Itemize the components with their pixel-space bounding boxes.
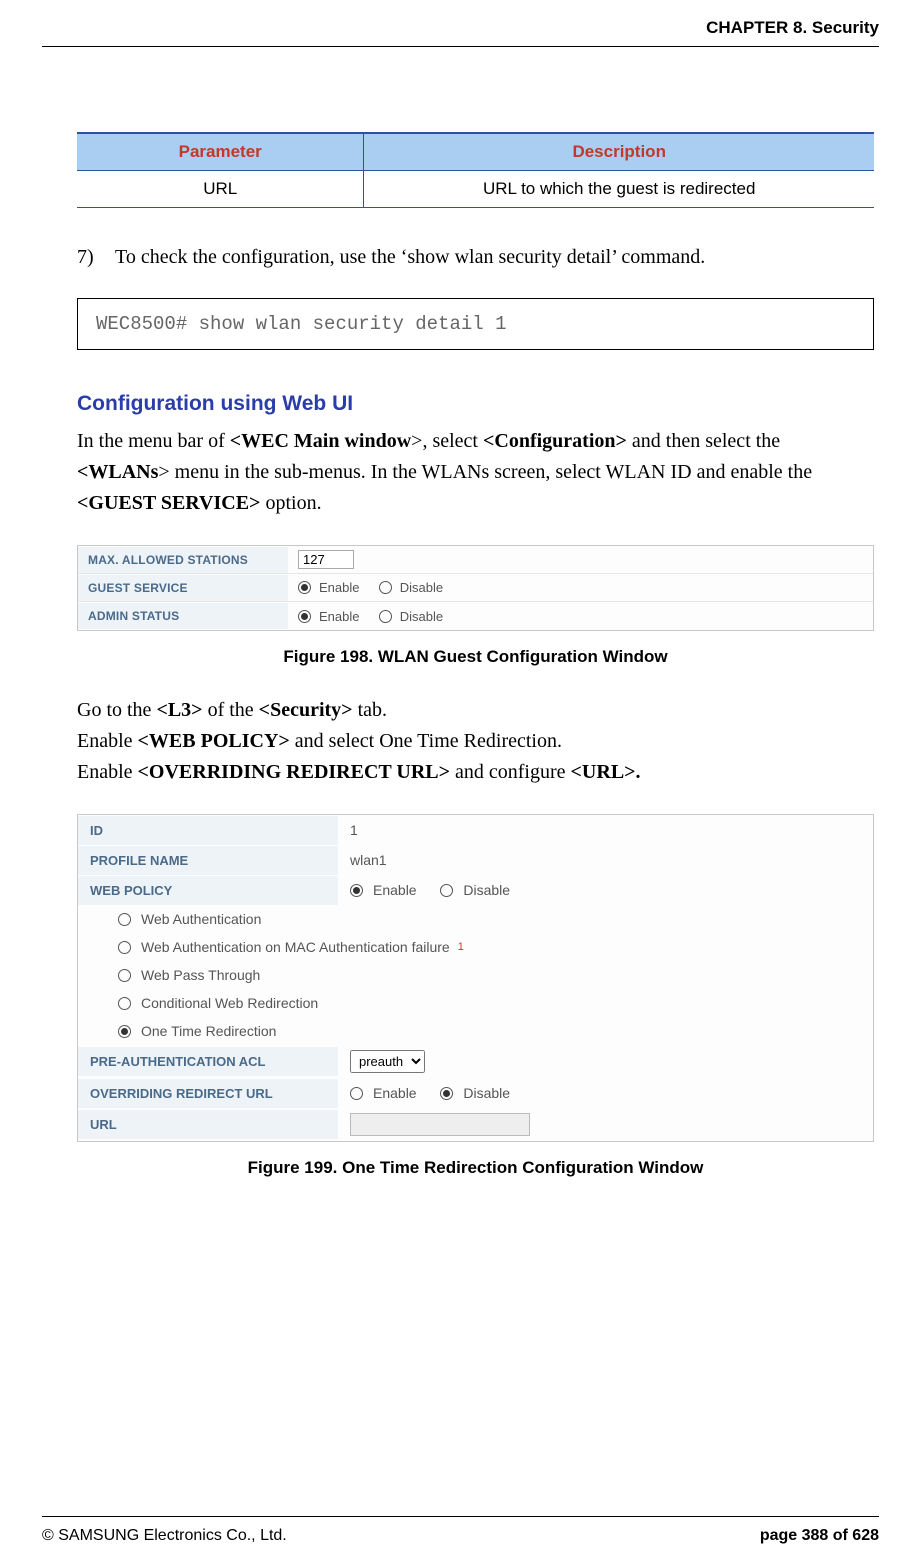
field-value: Enable Disable	[288, 576, 873, 599]
field-label: GUEST SERVICE	[78, 575, 288, 601]
radio-icon[interactable]	[118, 997, 131, 1010]
radio-icon[interactable]	[379, 610, 392, 623]
page-number: page 388 of 628	[760, 1527, 879, 1545]
figure-row: OVERRIDING REDIRECT URL Enable Disable	[78, 1078, 873, 1108]
figure-row: MAX. ALLOWED STATIONS	[78, 546, 873, 574]
radio-icon[interactable]	[118, 1025, 131, 1038]
section-heading: Configuration using Web UI	[77, 392, 874, 416]
cli-code-block: WEC8500# show wlan security detail 1	[77, 298, 874, 350]
footnote-marker: 1	[458, 941, 464, 953]
radio-icon[interactable]	[379, 581, 392, 594]
web-policy-option[interactable]: Web Pass Through	[78, 961, 873, 989]
field-value: preauth	[338, 1045, 873, 1078]
paragraph-1: In the menu bar of <WEC Main window>, se…	[77, 426, 874, 519]
preauth-select[interactable]: preauth	[350, 1050, 425, 1073]
copyright: © SAMSUNG Electronics Co., Ltd.	[42, 1527, 287, 1545]
radio-icon[interactable]	[350, 1087, 363, 1100]
paragraph-2: Go to the <L3> of the <Security> tab. En…	[77, 695, 874, 788]
field-label: ADMIN STATUS	[78, 603, 288, 629]
field-value: Enable Disable	[288, 605, 873, 628]
table-row: Parameter Description	[77, 133, 874, 171]
parameter-table: Parameter Description URL URL to which t…	[77, 132, 874, 208]
field-value: Enable Disable	[338, 1080, 873, 1106]
max-stations-input[interactable]	[298, 550, 354, 569]
figure-198-caption: Figure 198. WLAN Guest Configuration Win…	[77, 647, 874, 667]
field-label: MAX. ALLOWED STATIONS	[78, 547, 288, 573]
running-header: CHAPTER 8. Security	[42, 0, 879, 47]
radio-icon[interactable]	[350, 884, 363, 897]
field-value: wlan1	[338, 847, 873, 873]
figure-row: URL	[78, 1108, 873, 1141]
web-policy-option[interactable]: Conditional Web Redirection	[78, 989, 873, 1017]
web-policy-option[interactable]: Web Authentication on MAC Authentication…	[78, 933, 873, 961]
field-label: PRE-AUTHENTICATION ACL	[78, 1047, 338, 1076]
figure-row: PROFILE NAME wlan1	[78, 845, 873, 875]
field-label: ID	[78, 816, 338, 845]
radio-icon[interactable]	[298, 581, 311, 594]
page-body: Parameter Description URL URL to which t…	[42, 47, 879, 1178]
param-header: Parameter	[77, 133, 364, 171]
field-value: 1	[338, 817, 873, 843]
page-footer: © SAMSUNG Electronics Co., Ltd. page 388…	[42, 1516, 879, 1545]
field-value: Enable Disable	[338, 877, 873, 903]
table-row: URL URL to which the guest is redirected	[77, 171, 874, 208]
web-policy-option[interactable]: One Time Redirection	[78, 1017, 873, 1045]
step-text: To check the configuration, use the ‘sho…	[115, 242, 705, 272]
desc-header: Description	[364, 133, 874, 171]
radio-icon[interactable]	[118, 913, 131, 926]
desc-cell: URL to which the guest is redirected	[364, 171, 874, 208]
radio-icon[interactable]	[118, 941, 131, 954]
field-value	[338, 1108, 873, 1141]
figure-row: WEB POLICY Enable Disable	[78, 875, 873, 905]
figure-row: PRE-AUTHENTICATION ACL preauth	[78, 1045, 873, 1078]
web-policy-option[interactable]: Web Authentication	[78, 905, 873, 933]
radio-icon[interactable]	[440, 884, 453, 897]
step-number: 7)	[77, 242, 115, 272]
field-value	[288, 546, 873, 573]
figure-row: ADMIN STATUS Enable Disable	[78, 602, 873, 630]
url-input	[350, 1113, 530, 1136]
field-label: PROFILE NAME	[78, 846, 338, 875]
figure-198-mock: MAX. ALLOWED STATIONS GUEST SERVICE Enab…	[77, 545, 874, 631]
field-label: URL	[78, 1110, 338, 1139]
figure-199-caption: Figure 199. One Time Redirection Configu…	[77, 1158, 874, 1178]
step-7: 7) To check the configuration, use the ‘…	[77, 242, 874, 272]
field-label: OVERRIDING REDIRECT URL	[78, 1079, 338, 1108]
figure-199-mock: ID 1 PROFILE NAME wlan1 WEB POLICY Enabl…	[77, 814, 874, 1142]
radio-icon[interactable]	[440, 1087, 453, 1100]
field-label: WEB POLICY	[78, 876, 338, 905]
param-cell: URL	[77, 171, 364, 208]
figure-row: ID 1	[78, 815, 873, 845]
radio-icon[interactable]	[298, 610, 311, 623]
radio-icon[interactable]	[118, 969, 131, 982]
figure-row: GUEST SERVICE Enable Disable	[78, 574, 873, 602]
